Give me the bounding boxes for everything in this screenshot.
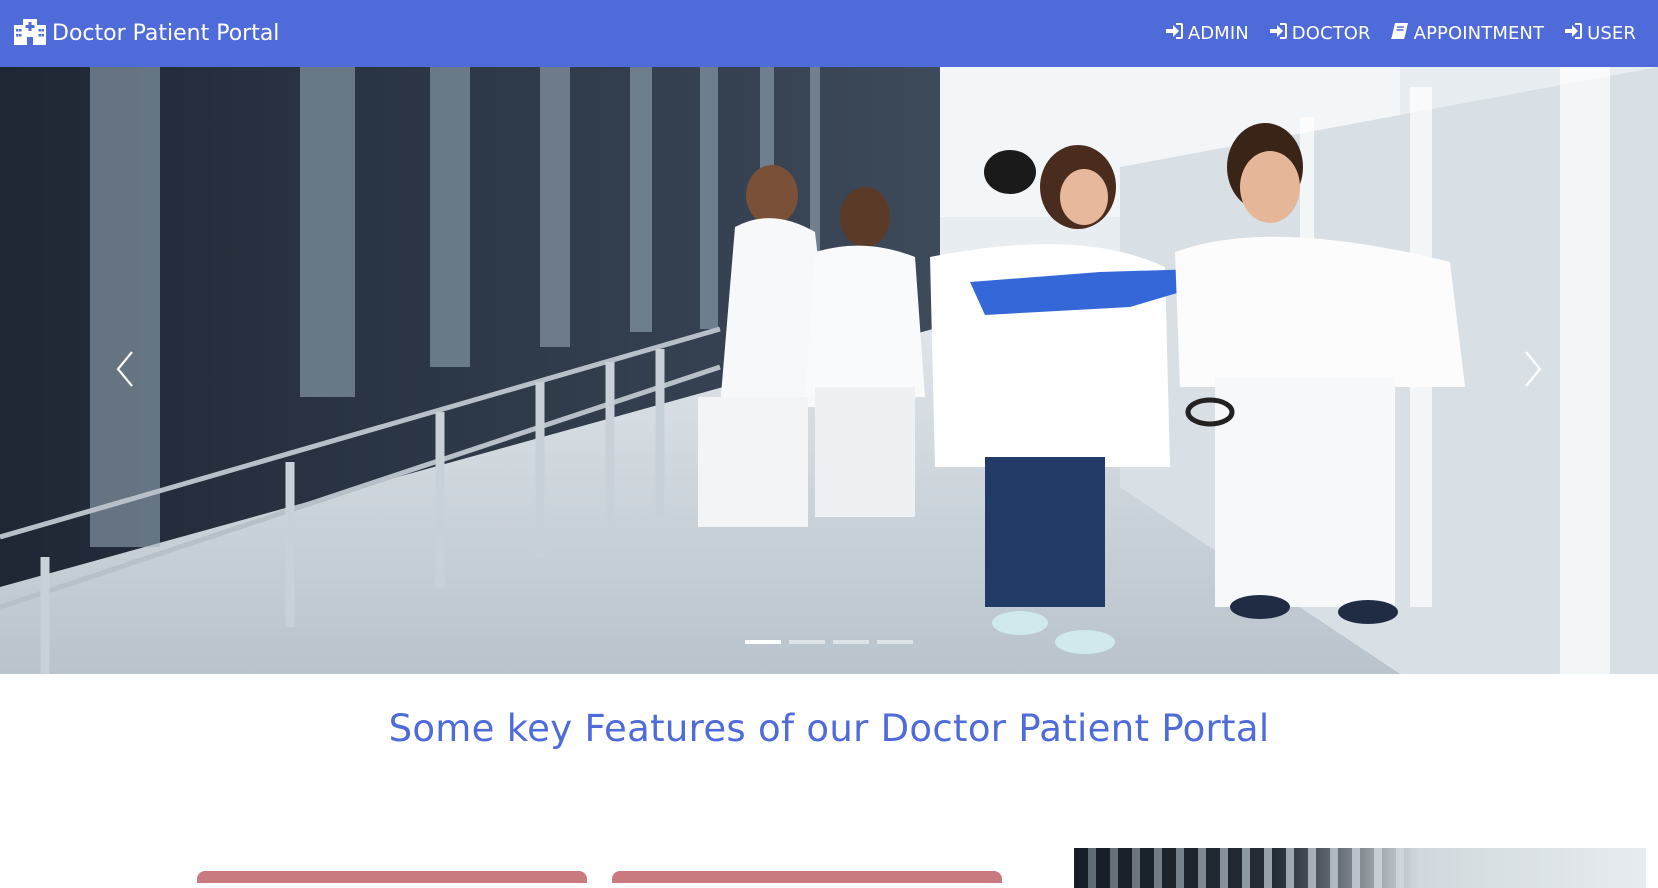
- carousel-indicators: [0, 640, 1658, 644]
- nav-user-label: USER: [1587, 23, 1636, 44]
- chevron-right-icon: [1522, 349, 1544, 393]
- nav-links: ADMIN DOCTOR APPOINTMENT USER: [1164, 22, 1644, 45]
- sign-in-icon: [1164, 22, 1188, 45]
- brand-link[interactable]: Doctor Patient Portal: [14, 17, 279, 51]
- carousel-indicator-4[interactable]: [877, 640, 913, 644]
- features-heading: Some key Features of our Doctor Patient …: [388, 707, 1270, 750]
- carousel-prev-button[interactable]: [0, 67, 250, 674]
- sign-in-icon: [1563, 22, 1587, 45]
- hero-carousel: [0, 67, 1658, 674]
- carousel-next-button[interactable]: [1408, 67, 1658, 674]
- nav-doctor-label: DOCTOR: [1291, 23, 1371, 44]
- feature-card-2: [612, 871, 1002, 883]
- brand-title: Doctor Patient Portal: [52, 21, 280, 46]
- nav-admin-link[interactable]: ADMIN: [1164, 22, 1249, 45]
- sign-in-icon: [1268, 22, 1292, 45]
- nav-admin-label: ADMIN: [1187, 23, 1249, 44]
- nav-appointment-link[interactable]: APPOINTMENT: [1390, 22, 1544, 45]
- carousel-indicator-2[interactable]: [789, 640, 825, 644]
- nav-appointment-label: APPOINTMENT: [1413, 23, 1545, 44]
- chevron-left-icon: [114, 349, 136, 393]
- carousel-indicator-3[interactable]: [833, 640, 869, 644]
- book-icon: [1390, 22, 1414, 45]
- hospital-icon: [14, 17, 52, 51]
- top-navbar: Doctor Patient Portal ADMIN DOCTOR APPOI…: [0, 0, 1658, 67]
- feature-card-1: [197, 871, 587, 883]
- nav-user-link[interactable]: USER: [1563, 22, 1636, 45]
- nav-doctor-link[interactable]: DOCTOR: [1268, 22, 1371, 45]
- carousel-indicator-1[interactable]: [745, 640, 781, 644]
- feature-side-image: [1074, 848, 1646, 888]
